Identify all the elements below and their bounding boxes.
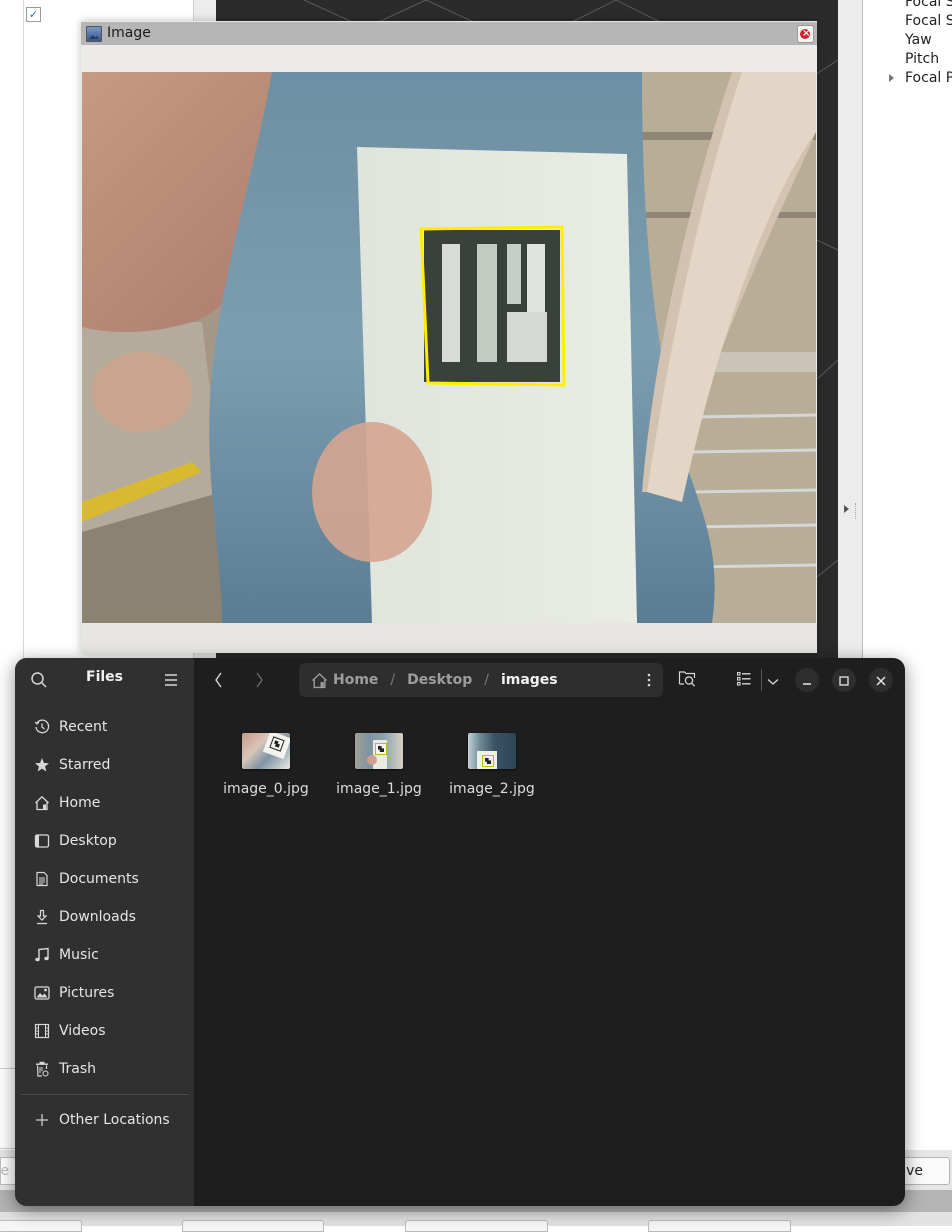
camera-image <box>82 72 816 623</box>
back-button[interactable] <box>209 670 229 690</box>
download-icon <box>34 909 50 925</box>
breadcrumb-separator: / <box>390 672 396 688</box>
hamburger-menu-icon[interactable] <box>164 672 178 686</box>
image-window: Image <box>81 21 817 653</box>
trash-icon <box>34 1061 50 1077</box>
maximize-button[interactable] <box>832 668 856 692</box>
camera-frame[interactable] <box>82 72 816 623</box>
sidebar-item-recent[interactable]: Recent <box>25 711 185 743</box>
document-icon <box>34 871 50 887</box>
minimize-button[interactable] <box>795 668 819 692</box>
sidebar-item-label: Downloads <box>59 909 136 925</box>
sidebar-item-label: Music <box>59 947 99 963</box>
sidebar-item-starred[interactable]: Starred <box>25 749 185 781</box>
breadcrumb-desktop[interactable]: Desktop <box>407 672 472 688</box>
sidebar-separator <box>21 1094 189 1095</box>
kebab-menu-icon[interactable] <box>647 673 651 687</box>
maximize-icon <box>839 671 849 690</box>
file-name: image_2.jpg <box>449 781 535 797</box>
close-icon[interactable] <box>797 25 814 43</box>
tab[interactable] <box>0 1220 82 1232</box>
splitter-handle[interactable] <box>855 503 858 519</box>
sidebar-item-music[interactable]: Music <box>25 939 185 971</box>
breadcrumb-separator: / <box>484 672 489 688</box>
sidebar-item-label: Documents <box>59 871 139 887</box>
forward-button[interactable] <box>249 670 269 690</box>
tab[interactable] <box>405 1220 548 1232</box>
desktop-icon <box>34 833 50 849</box>
property-item[interactable]: Focal S <box>905 13 952 29</box>
file-name: image_0.jpg <box>223 781 309 797</box>
sidebar-item-label: Pictures <box>59 985 115 1001</box>
sidebar-item-other-locations[interactable]: Other Locations <box>25 1104 185 1136</box>
clock-icon <box>34 719 50 735</box>
tab[interactable] <box>648 1220 791 1232</box>
expand-arrow-icon[interactable] <box>889 74 894 82</box>
property-item[interactable]: Focal P <box>905 70 952 86</box>
picture-icon <box>34 985 50 1001</box>
file-item[interactable]: image_1.jpg <box>329 733 429 797</box>
tab[interactable] <box>182 1220 324 1232</box>
file-thumbnail <box>242 733 290 769</box>
image-toolbar <box>81 45 817 72</box>
sidebar-item-label: Other Locations <box>59 1112 170 1128</box>
folder-search-icon <box>678 669 696 691</box>
files-window: Files Recent Starred Home Desktop Docume… <box>15 658 905 1206</box>
property-item[interactable]: Yaw <box>905 32 932 48</box>
view-options-button[interactable] <box>761 668 785 692</box>
minimize-icon <box>802 671 812 690</box>
image-window-titlebar[interactable]: Image <box>81 21 817 46</box>
file-item[interactable]: image_2.jpg <box>442 733 542 797</box>
file-thumbnail <box>355 733 403 769</box>
sidebar-item-pictures[interactable]: Pictures <box>25 977 185 1009</box>
files-sidebar: Files Recent Starred Home Desktop Docume… <box>15 658 194 1206</box>
sidebar-item-label: Videos <box>59 1023 106 1039</box>
chevron-down-icon <box>767 671 779 690</box>
sidebar-item-label: Desktop <box>59 833 117 849</box>
breadcrumb-home[interactable]: Home <box>333 672 378 688</box>
plus-icon <box>34 1112 50 1128</box>
sidebar-item-label: Home <box>59 795 101 811</box>
save-button-label: ve <box>906 1163 923 1179</box>
file-item[interactable]: image_0.jpg <box>216 733 316 797</box>
path-bar[interactable]: Home / Desktop / images <box>299 663 663 697</box>
home-icon <box>34 795 50 811</box>
sidebar-item-documents[interactable]: Documents <box>25 863 185 895</box>
property-item[interactable]: Focal S <box>905 0 952 10</box>
image-icon <box>86 26 102 42</box>
breadcrumb-images[interactable]: images <box>501 672 558 688</box>
sidebar-item-label: Trash <box>59 1061 96 1077</box>
file-thumbnail <box>468 733 516 769</box>
enable-checkbox[interactable]: ✓ <box>26 7 41 22</box>
search-folder-button[interactable] <box>675 668 699 692</box>
star-icon <box>34 757 50 773</box>
sidebar-item-trash[interactable]: Trash <box>25 1053 185 1085</box>
sidebar-item-home[interactable]: Home <box>25 787 185 819</box>
file-name: image_1.jpg <box>336 781 422 797</box>
text-field-value: te <box>0 1163 10 1179</box>
list-view-icon <box>736 671 751 690</box>
sidebar-item-label: Starred <box>59 757 111 773</box>
sidebar-item-videos[interactable]: Videos <box>25 1015 185 1047</box>
sidebar-item-downloads[interactable]: Downloads <box>25 901 185 933</box>
expand-arrow-icon[interactable] <box>844 505 849 513</box>
image-statusbar <box>81 623 817 653</box>
close-button[interactable] <box>869 668 893 692</box>
video-icon <box>34 1023 50 1039</box>
sidebar-item-desktop[interactable]: Desktop <box>25 825 185 857</box>
music-icon <box>34 947 50 963</box>
view-toggle-button[interactable] <box>732 668 756 692</box>
close-icon <box>876 671 886 690</box>
property-item[interactable]: Pitch <box>905 51 939 67</box>
sidebar-item-label: Recent <box>59 719 108 735</box>
image-window-title: Image <box>107 25 151 41</box>
home-icon <box>311 672 329 689</box>
